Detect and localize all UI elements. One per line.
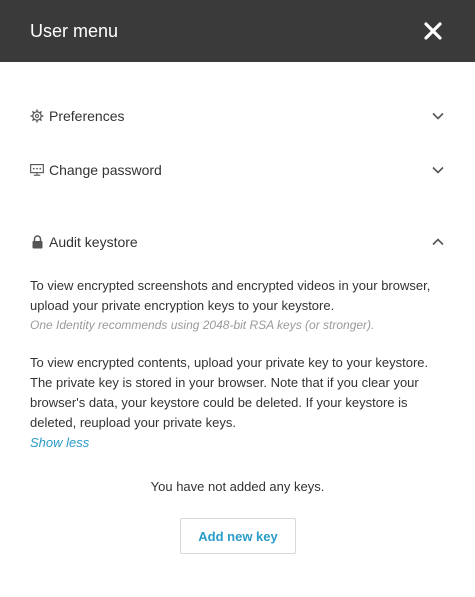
keystore-details: To view encrypted contents, upload your … [30,353,445,453]
close-icon[interactable] [421,19,445,43]
lock-icon [30,235,44,249]
chevron-up-icon[interactable] [431,235,445,249]
section-change-password-label: Change password [49,162,162,178]
section-preferences-left: Preferences [30,108,124,124]
section-audit-keystore-left: Audit keystore [30,234,138,250]
section-audit-keystore-label: Audit keystore [49,234,138,250]
keystore-empty-message: You have not added any keys. [150,479,325,494]
section-audit-keystore[interactable]: Audit keystore [30,234,445,250]
chevron-down-icon[interactable] [431,163,445,177]
keystore-description: To view encrypted screenshots and encryp… [30,276,445,334]
show-less-link[interactable]: Show less [30,433,445,453]
keystore-intro: To view encrypted screenshots and encryp… [30,278,431,313]
user-menu-header: User menu [0,0,475,62]
section-change-password-left: Change password [30,162,162,178]
keystore-details-text: To view encrypted contents, upload your … [30,355,429,430]
section-preferences[interactable]: Preferences [30,108,445,124]
section-change-password[interactable]: Change password [30,162,445,178]
chevron-down-icon[interactable] [431,109,445,123]
keystore-recommendation-note: One Identity recommends using 2048-bit R… [30,318,375,332]
user-menu-title: User menu [30,20,119,41]
gear-icon [30,109,44,123]
add-new-key-button[interactable]: Add new key [180,518,296,554]
section-preferences-label: Preferences [49,108,125,124]
monitor-icon [30,163,44,177]
